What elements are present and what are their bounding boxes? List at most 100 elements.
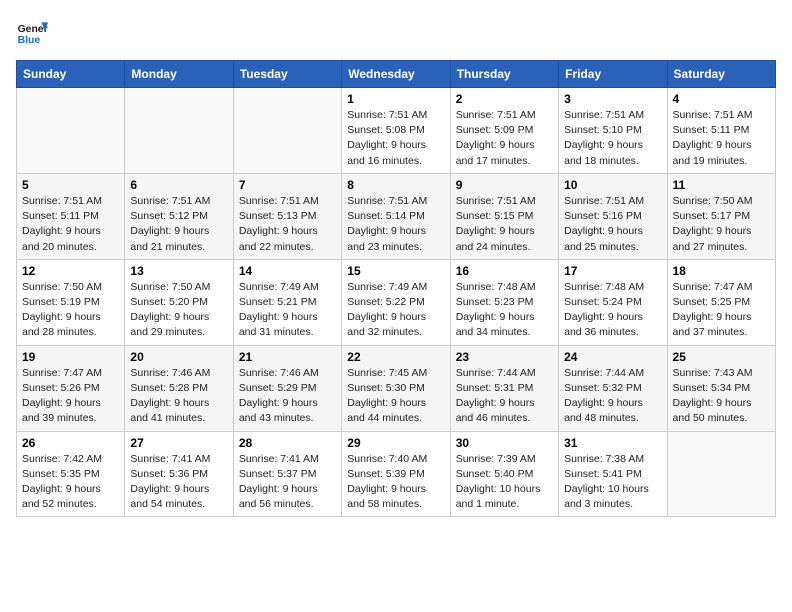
- day-info: Sunrise: 7:45 AM Sunset: 5:30 PM Dayligh…: [347, 366, 444, 427]
- calendar-cell: 10 Sunrise: 7:51 AM Sunset: 5:16 PM Dayli…: [559, 173, 667, 259]
- calendar-body: 1 Sunrise: 7:51 AM Sunset: 5:08 PM Daylig…: [17, 88, 776, 517]
- day-info: Sunrise: 7:48 AM Sunset: 5:23 PM Dayligh…: [456, 280, 553, 341]
- calendar-cell: 27Sunrise: 7:41 AM Sunset: 5:36 PM Dayli…: [125, 431, 233, 517]
- weekday-header: Thursday: [450, 61, 558, 88]
- calendar-cell: 5 Sunrise: 7:51 AM Sunset: 5:11 PM Daylig…: [17, 173, 125, 259]
- svg-text:Blue: Blue: [18, 35, 41, 46]
- day-info: Sunrise: 7:46 AM Sunset: 5:28 PM Dayligh…: [130, 366, 227, 427]
- calendar-cell: 6 Sunrise: 7:51 AM Sunset: 5:12 PM Daylig…: [125, 173, 233, 259]
- calendar-cell: 9Sunrise: 7:51 AM Sunset: 5:15 PM Daylig…: [450, 173, 558, 259]
- calendar-week-row: 12Sunrise: 7:50 AM Sunset: 5:19 PM Dayli…: [17, 259, 776, 345]
- logo-icon: General Blue: [16, 16, 48, 48]
- calendar-cell: 2 Sunrise: 7:51 AM Sunset: 5:09 PM Daylig…: [450, 88, 558, 174]
- calendar-cell: 11 Sunrise: 7:50 AM Sunset: 5:17 PM Dayli…: [667, 173, 775, 259]
- day-number: 24: [564, 350, 661, 364]
- day-number: 13: [130, 264, 227, 278]
- day-number: 16: [456, 264, 553, 278]
- day-info: Sunrise: 7:47 AM Sunset: 5:26 PM Dayligh…: [22, 366, 119, 427]
- page-header: General Blue: [16, 16, 776, 48]
- calendar-cell: 7 Sunrise: 7:51 AM Sunset: 5:13 PM Daylig…: [233, 173, 341, 259]
- day-number: 22: [347, 350, 444, 364]
- calendar-cell: 1 Sunrise: 7:51 AM Sunset: 5:08 PM Daylig…: [342, 88, 450, 174]
- calendar-week-row: 5 Sunrise: 7:51 AM Sunset: 5:11 PM Daylig…: [17, 173, 776, 259]
- calendar-cell: [125, 88, 233, 174]
- calendar-cell: 30 Sunrise: 7:39 AM Sunset: 5:40 PM Dayli…: [450, 431, 558, 517]
- day-number: 7: [239, 178, 336, 192]
- day-number: 30: [456, 436, 553, 450]
- day-info: Sunrise: 7:42 AM Sunset: 5:35 PM Dayligh…: [22, 452, 119, 513]
- day-info: Sunrise: 7:44 AM Sunset: 5:32 PM Dayligh…: [564, 366, 661, 427]
- calendar-cell: 28 Sunrise: 7:41 AM Sunset: 5:37 PM Dayli…: [233, 431, 341, 517]
- day-number: 11: [673, 178, 770, 192]
- calendar-cell: 3Sunrise: 7:51 AM Sunset: 5:10 PM Daylig…: [559, 88, 667, 174]
- day-number: 4: [673, 92, 770, 106]
- calendar-cell: 31 Sunrise: 7:38 AM Sunset: 5:41 PM Dayli…: [559, 431, 667, 517]
- calendar-cell: 17 Sunrise: 7:48 AM Sunset: 5:24 PM Dayli…: [559, 259, 667, 345]
- day-info: Sunrise: 7:43 AM Sunset: 5:34 PM Dayligh…: [673, 366, 770, 427]
- weekday-header: Friday: [559, 61, 667, 88]
- calendar-cell: [233, 88, 341, 174]
- day-info: Sunrise: 7:49 AM Sunset: 5:22 PM Dayligh…: [347, 280, 444, 341]
- day-number: 1: [347, 92, 444, 106]
- calendar-cell: 16 Sunrise: 7:48 AM Sunset: 5:23 PM Dayli…: [450, 259, 558, 345]
- calendar-cell: 21 Sunrise: 7:46 AM Sunset: 5:29 PM Dayli…: [233, 345, 341, 431]
- calendar-cell: 20 Sunrise: 7:46 AM Sunset: 5:28 PM Dayli…: [125, 345, 233, 431]
- day-info: Sunrise: 7:51 AM Sunset: 5:11 PM Dayligh…: [22, 194, 119, 255]
- day-info: Sunrise: 7:48 AM Sunset: 5:24 PM Dayligh…: [564, 280, 661, 341]
- day-info: Sunrise: 7:44 AM Sunset: 5:31 PM Dayligh…: [456, 366, 553, 427]
- day-number: 20: [130, 350, 227, 364]
- calendar-cell: [17, 88, 125, 174]
- calendar-cell: 25 Sunrise: 7:43 AM Sunset: 5:34 PM Dayli…: [667, 345, 775, 431]
- day-info: Sunrise: 7:51 AM Sunset: 5:09 PM Dayligh…: [456, 108, 553, 169]
- day-info: Sunrise: 7:51 AM Sunset: 5:08 PM Dayligh…: [347, 108, 444, 169]
- calendar-week-row: 19 Sunrise: 7:47 AM Sunset: 5:26 PM Dayli…: [17, 345, 776, 431]
- calendar-table: SundayMondayTuesdayWednesdayThursdayFrid…: [16, 60, 776, 517]
- weekday-header: Sunday: [17, 61, 125, 88]
- day-number: 21: [239, 350, 336, 364]
- calendar-header: SundayMondayTuesdayWednesdayThursdayFrid…: [17, 61, 776, 88]
- calendar-cell: 24 Sunrise: 7:44 AM Sunset: 5:32 PM Dayli…: [559, 345, 667, 431]
- day-number: 28: [239, 436, 336, 450]
- day-info: Sunrise: 7:51 AM Sunset: 5:13 PM Dayligh…: [239, 194, 336, 255]
- day-info: Sunrise: 7:41 AM Sunset: 5:37 PM Dayligh…: [239, 452, 336, 513]
- day-number: 12: [22, 264, 119, 278]
- day-number: 26: [22, 436, 119, 450]
- day-number: 6: [130, 178, 227, 192]
- calendar-cell: 15 Sunrise: 7:49 AM Sunset: 5:22 PM Dayli…: [342, 259, 450, 345]
- day-number: 25: [673, 350, 770, 364]
- weekday-header: Tuesday: [233, 61, 341, 88]
- day-number: 15: [347, 264, 444, 278]
- day-info: Sunrise: 7:51 AM Sunset: 5:12 PM Dayligh…: [130, 194, 227, 255]
- calendar-week-row: 1 Sunrise: 7:51 AM Sunset: 5:08 PM Daylig…: [17, 88, 776, 174]
- day-info: Sunrise: 7:41 AM Sunset: 5:36 PM Dayligh…: [130, 452, 227, 513]
- day-info: Sunrise: 7:50 AM Sunset: 5:20 PM Dayligh…: [130, 280, 227, 341]
- day-number: 31: [564, 436, 661, 450]
- calendar-cell: 29Sunrise: 7:40 AM Sunset: 5:39 PM Dayli…: [342, 431, 450, 517]
- day-info: Sunrise: 7:46 AM Sunset: 5:29 PM Dayligh…: [239, 366, 336, 427]
- day-info: Sunrise: 7:39 AM Sunset: 5:40 PM Dayligh…: [456, 452, 553, 513]
- day-number: 3: [564, 92, 661, 106]
- calendar-cell: 18Sunrise: 7:47 AM Sunset: 5:25 PM Dayli…: [667, 259, 775, 345]
- day-number: 5: [22, 178, 119, 192]
- day-number: 8: [347, 178, 444, 192]
- day-info: Sunrise: 7:50 AM Sunset: 5:17 PM Dayligh…: [673, 194, 770, 255]
- calendar-week-row: 26 Sunrise: 7:42 AM Sunset: 5:35 PM Dayli…: [17, 431, 776, 517]
- day-info: Sunrise: 7:51 AM Sunset: 5:16 PM Dayligh…: [564, 194, 661, 255]
- calendar-cell: 26 Sunrise: 7:42 AM Sunset: 5:35 PM Dayli…: [17, 431, 125, 517]
- weekday-row: SundayMondayTuesdayWednesdayThursdayFrid…: [17, 61, 776, 88]
- calendar-cell: 22 Sunrise: 7:45 AM Sunset: 5:30 PM Dayli…: [342, 345, 450, 431]
- day-info: Sunrise: 7:51 AM Sunset: 5:14 PM Dayligh…: [347, 194, 444, 255]
- logo: General Blue: [16, 16, 52, 48]
- weekday-header: Monday: [125, 61, 233, 88]
- day-number: 9: [456, 178, 553, 192]
- day-number: 17: [564, 264, 661, 278]
- day-number: 2: [456, 92, 553, 106]
- day-info: Sunrise: 7:38 AM Sunset: 5:41 PM Dayligh…: [564, 452, 661, 513]
- day-info: Sunrise: 7:49 AM Sunset: 5:21 PM Dayligh…: [239, 280, 336, 341]
- day-number: 14: [239, 264, 336, 278]
- weekday-header: Saturday: [667, 61, 775, 88]
- calendar-cell: 8 Sunrise: 7:51 AM Sunset: 5:14 PM Daylig…: [342, 173, 450, 259]
- calendar-cell: 13 Sunrise: 7:50 AM Sunset: 5:20 PM Dayli…: [125, 259, 233, 345]
- day-number: 10: [564, 178, 661, 192]
- day-number: 19: [22, 350, 119, 364]
